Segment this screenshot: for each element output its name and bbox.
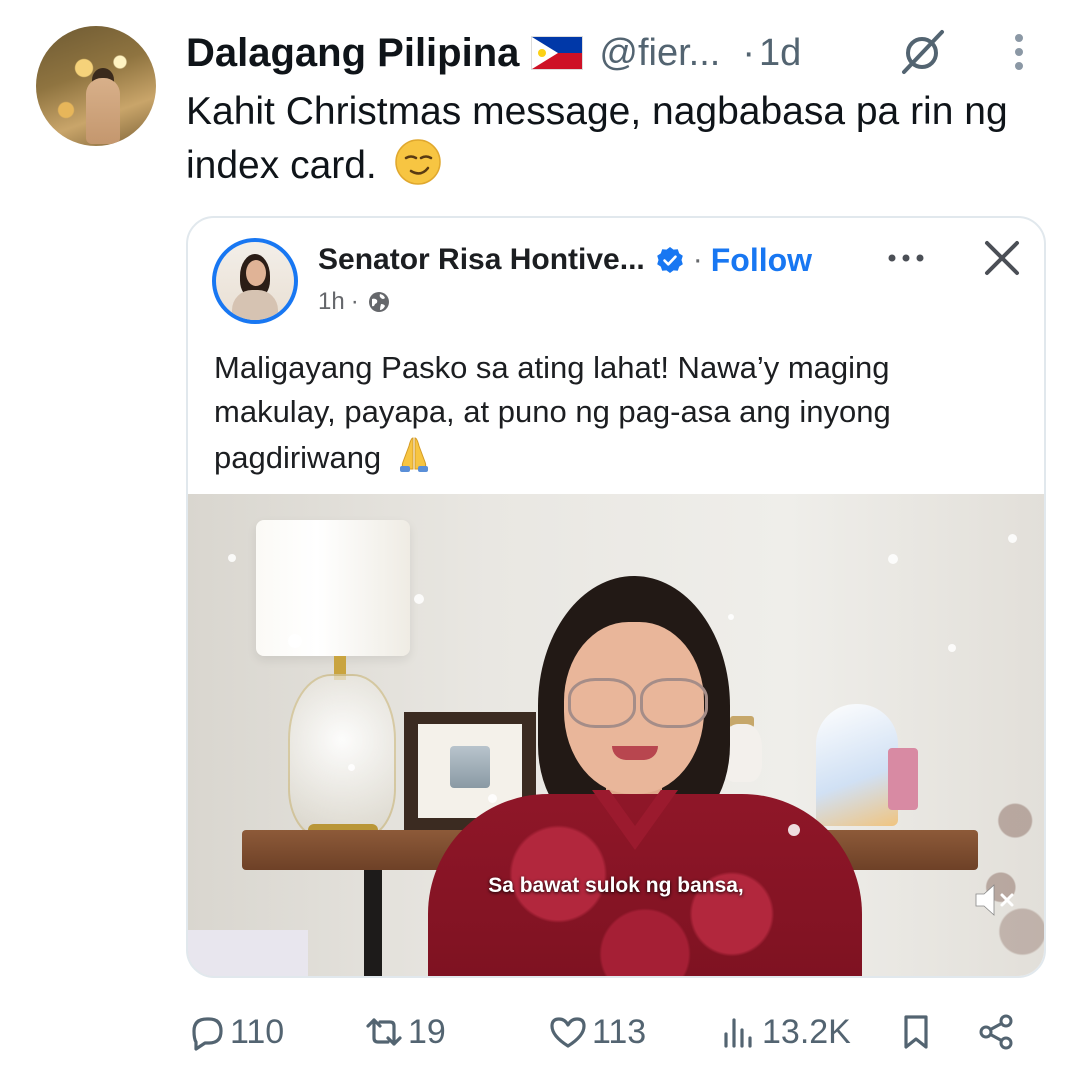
snowflake [414, 594, 424, 604]
snowflake [788, 824, 800, 836]
more-options-icon[interactable] [884, 246, 928, 270]
bar-chart-icon [724, 1018, 752, 1048]
author-avatar[interactable] [36, 26, 156, 146]
lamp-base [288, 674, 396, 838]
author-name[interactable]: Dalagang Pilipina [186, 31, 519, 76]
tweet-text-content: Kahit Christmas message, nagbabasa pa ri… [186, 90, 1008, 187]
folded-hands-emoji-icon [399, 437, 428, 472]
video-caption: Sa bawat sulok ng bansa, [488, 874, 744, 897]
avatar-body [232, 290, 278, 320]
page-name-row: Senator Risa Hontive... · Follow [318, 240, 812, 280]
post-text-content: Maligayang Pasko sa ating lahat! Nawa’y … [214, 350, 891, 475]
lamp-shade [256, 520, 410, 656]
kebab-menu-icon[interactable] [1004, 30, 1034, 74]
bookmark-icon [904, 1015, 928, 1049]
embedded-post-card[interactable]: Senator Risa Hontive... · Follow 1h · Ma… [186, 216, 1046, 978]
views-button[interactable]: 13.2K [718, 1006, 851, 1058]
foreground-box [188, 930, 308, 976]
share-icon [979, 1014, 1013, 1050]
speaker-lips [612, 746, 658, 760]
snowflake [228, 554, 236, 562]
tweet-header: Dalagang Pilipina @fier... · 1d [186, 28, 801, 78]
close-icon[interactable] [982, 238, 1022, 278]
share-button[interactable] [976, 1006, 1016, 1058]
snowflake [728, 614, 734, 620]
verified-badge-icon [656, 247, 683, 273]
separator-dot: · [742, 31, 756, 74]
dried-plant [972, 754, 1044, 976]
smirking-face-emoji-icon [394, 139, 441, 185]
author-handle[interactable]: @fier... [599, 32, 720, 75]
view-count: 13.2K [762, 1012, 851, 1051]
tweet-timestamp[interactable]: 1d [759, 32, 801, 75]
snowflake [1008, 534, 1017, 543]
repost-button[interactable]: 19 [364, 1006, 446, 1058]
slash-circle-icon[interactable] [896, 26, 948, 78]
snowflake [888, 554, 898, 564]
speaker-glasses-right [640, 678, 708, 728]
reply-button[interactable]: 110 [186, 1006, 284, 1058]
avatar-figure-body [86, 78, 120, 144]
philippines-flag-icon [531, 36, 584, 70]
snowflake [948, 644, 956, 652]
bookmark-button[interactable] [896, 1006, 936, 1058]
like-count: 113 [592, 1012, 647, 1051]
mute-icon[interactable] [972, 880, 1018, 920]
picture-frame-photo [450, 746, 490, 788]
repost-icon [366, 1018, 402, 1046]
snowflake [488, 794, 497, 803]
snowflake [288, 634, 302, 648]
tweet-text: Kahit Christmas message, nagbabasa pa ri… [186, 86, 1056, 192]
avatar-face [246, 260, 266, 286]
page-avatar[interactable] [212, 238, 298, 324]
award-plaque [816, 704, 898, 826]
video-player[interactable]: Sa bawat sulok ng bansa, [188, 494, 1044, 976]
meta-separator: · [350, 288, 359, 315]
reply-icon [192, 1017, 223, 1051]
post-text: Maligayang Pasko sa ating lahat! Nawa’y … [214, 346, 1014, 480]
follow-button[interactable]: Follow [711, 242, 812, 279]
speaker-glasses-left [568, 678, 636, 728]
reply-count: 110 [230, 1012, 285, 1051]
like-button[interactable]: 113 [548, 1006, 646, 1058]
heart-icon [550, 1017, 586, 1048]
tweet-action-bar: 110 19 113 13.2K [186, 1006, 1036, 1058]
post-meta: 1h · [318, 288, 391, 316]
page-name[interactable]: Senator Risa Hontive... [318, 243, 645, 277]
name-separator: · [692, 243, 703, 276]
snowflake [348, 764, 355, 771]
candle [888, 748, 918, 810]
globe-icon [368, 292, 389, 312]
post-time[interactable]: 1h [318, 288, 345, 316]
repost-count: 19 [408, 1012, 446, 1051]
